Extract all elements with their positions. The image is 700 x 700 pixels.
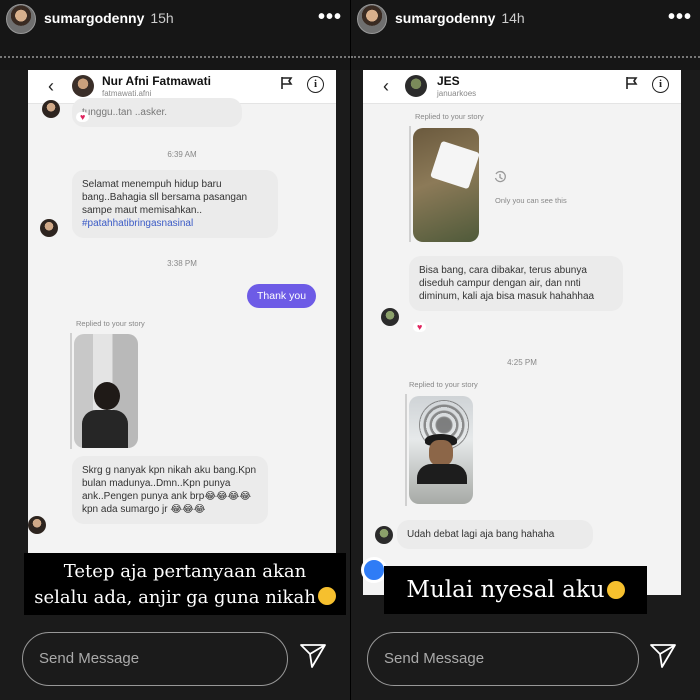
story-caption: Tetep aja pertanyaan akan selalu ada, an… (24, 553, 346, 615)
dm-screenshot: ‹ Nur Afni Fatmawati fatmawati.afni i tu… (28, 70, 336, 560)
replied-label: Replied to your story (415, 112, 484, 121)
replied-label: Replied to your story (409, 380, 478, 389)
send-icon[interactable] (648, 640, 678, 670)
view-once-icon (494, 170, 506, 183)
replied-label: Replied to your story (76, 319, 145, 328)
caption-line: Tetep aja pertanyaan akan (63, 561, 307, 582)
dm-contact-avatar (405, 75, 427, 97)
caption-line: selalu ada, anjir ga guna nikah (34, 587, 316, 608)
message-bubble: Selamat menempuh hidup baru bang..Bahagi… (72, 170, 278, 238)
reply-indicator (409, 126, 411, 242)
timestamp: 3:38 PM (167, 259, 197, 268)
send-message-input[interactable]: Send Message (367, 632, 639, 686)
story-thumbnail[interactable] (413, 128, 479, 242)
more-options-icon[interactable]: ••• (318, 6, 342, 29)
my-message-bubble: Thank you (247, 284, 317, 308)
reply-indicator (70, 333, 72, 449)
message-bubble: Bisa bang, cara dibakar, terus abunya di… (409, 256, 623, 311)
story-username[interactable]: sumargodenny 15h (44, 10, 174, 26)
dm-screenshot: ‹ JES januarkoes i Replied to your story… (363, 70, 681, 595)
dm-contact-avatar (72, 75, 94, 97)
send-message-input[interactable]: Send Message (22, 632, 288, 686)
sender-avatar (375, 526, 393, 544)
heart-reaction-icon: ♥ (413, 322, 427, 332)
info-icon[interactable]: i (307, 76, 324, 93)
message-text: Selamat menempuh hidup baru bang..Bahagi… (82, 179, 248, 216)
back-arrow-icon[interactable]: ‹ (48, 76, 54, 97)
only-you-label: Only you can see this (495, 196, 567, 205)
message-list: Replied to your story Only you can see t… (363, 104, 681, 595)
send-icon[interactable] (298, 640, 328, 670)
story-panel-left: sumargodenny 15h ••• ‹ Nur Afni Fatmawati… (0, 0, 350, 700)
timestamp: 4:25 PM (507, 358, 537, 367)
heart-reaction-icon: ♥ (76, 112, 90, 122)
story-progress-divider (351, 56, 700, 58)
flag-icon[interactable] (280, 76, 294, 90)
message-bubble-partial: tunggu..tan ..asker. (72, 98, 242, 127)
story-time: 14h (501, 10, 525, 26)
dm-contact-handle: januarkoes (437, 89, 477, 98)
dm-contact-name: Nur Afni Fatmawati (102, 74, 211, 88)
crying-emoji-icon (606, 581, 625, 599)
message-list: tunggu..tan ..asker. ♥ 6:39 AM Selamat m… (28, 98, 336, 560)
story-thumbnail[interactable] (409, 396, 473, 504)
back-arrow-icon[interactable]: ‹ (383, 76, 389, 97)
story-username[interactable]: sumargodenny 14h (395, 10, 525, 26)
story-progress-divider (0, 56, 350, 58)
more-options-icon[interactable]: ••• (668, 6, 692, 29)
sender-avatar (381, 308, 399, 326)
flag-icon[interactable] (625, 76, 639, 90)
story-header: sumargodenny 15h ••• (0, 0, 350, 70)
sender-avatar (42, 100, 60, 118)
message-bubble: Udah debat lagi aja bang hahaha (397, 520, 593, 549)
reply-indicator (405, 394, 407, 506)
laughing-emoji-icon (317, 587, 336, 605)
dm-contact-name: JES (437, 74, 460, 88)
caption-line: Mulai nyesal aku (406, 577, 605, 603)
story-header: sumargodenny 14h ••• (351, 0, 700, 70)
story-caption: Mulai nyesal aku (384, 566, 647, 614)
story-avatar[interactable] (6, 4, 36, 34)
story-avatar[interactable] (357, 4, 387, 34)
message-bubble: Skrg g nanyak kpn nikah aku bang.Kpn bul… (72, 456, 268, 524)
story-time: 15h (150, 10, 174, 26)
timestamp: 6:39 AM (167, 150, 197, 159)
story-panel-right: sumargodenny 14h ••• ‹ JES januarkoes i R… (350, 0, 700, 700)
hashtag-link[interactable]: #patahhatibringasnasinal (82, 218, 193, 229)
sender-avatar (28, 516, 46, 534)
dm-header: ‹ JES januarkoes i (363, 70, 681, 104)
sender-avatar (40, 219, 58, 237)
info-icon[interactable]: i (652, 76, 669, 93)
dm-contact-handle: fatmawati.afni (102, 89, 152, 98)
story-thumbnail[interactable] (74, 334, 138, 448)
